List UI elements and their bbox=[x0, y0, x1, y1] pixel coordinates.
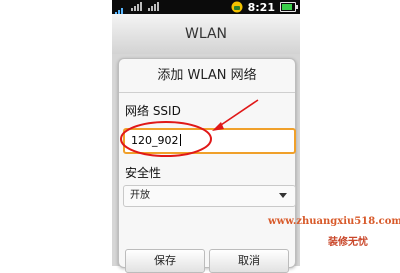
dropdown-caret-icon bbox=[279, 193, 287, 198]
dialog-title: 添加 WLAN 网络 bbox=[119, 59, 295, 93]
status-bar: 8:21 bbox=[112, 0, 300, 16]
battery-icon bbox=[280, 2, 298, 12]
signal-bars-icon bbox=[131, 1, 142, 11]
android-icon bbox=[231, 1, 243, 13]
cancel-button[interactable]: 取消 bbox=[209, 249, 289, 273]
status-icons-left bbox=[115, 1, 159, 16]
save-button[interactable]: 保存 bbox=[125, 249, 205, 273]
add-wlan-dialog: 添加 WLAN 网络 网络 SSID 120_902 安全性 开放 保存 取消 bbox=[118, 58, 296, 273]
status-icons-right: 8:21 bbox=[231, 0, 298, 14]
security-select[interactable]: 开放 bbox=[123, 185, 296, 207]
status-time: 8:21 bbox=[247, 0, 275, 14]
screen-title: WLAN bbox=[112, 14, 300, 54]
ssid-input-value: 120_902 bbox=[131, 134, 179, 147]
security-selected-value: 开放 bbox=[130, 190, 150, 201]
ssid-input[interactable]: 120_902 bbox=[123, 128, 296, 154]
signal-bars-icon-2 bbox=[148, 1, 159, 11]
ssid-label: 网络 SSID bbox=[125, 104, 181, 118]
wifi-icon bbox=[115, 1, 125, 16]
watermark-url: www.zhuangxiu518.com bbox=[268, 216, 400, 227]
security-label: 安全性 bbox=[125, 166, 162, 180]
watermark-name: 装修无忧 bbox=[328, 237, 368, 248]
text-cursor bbox=[179, 134, 181, 146]
